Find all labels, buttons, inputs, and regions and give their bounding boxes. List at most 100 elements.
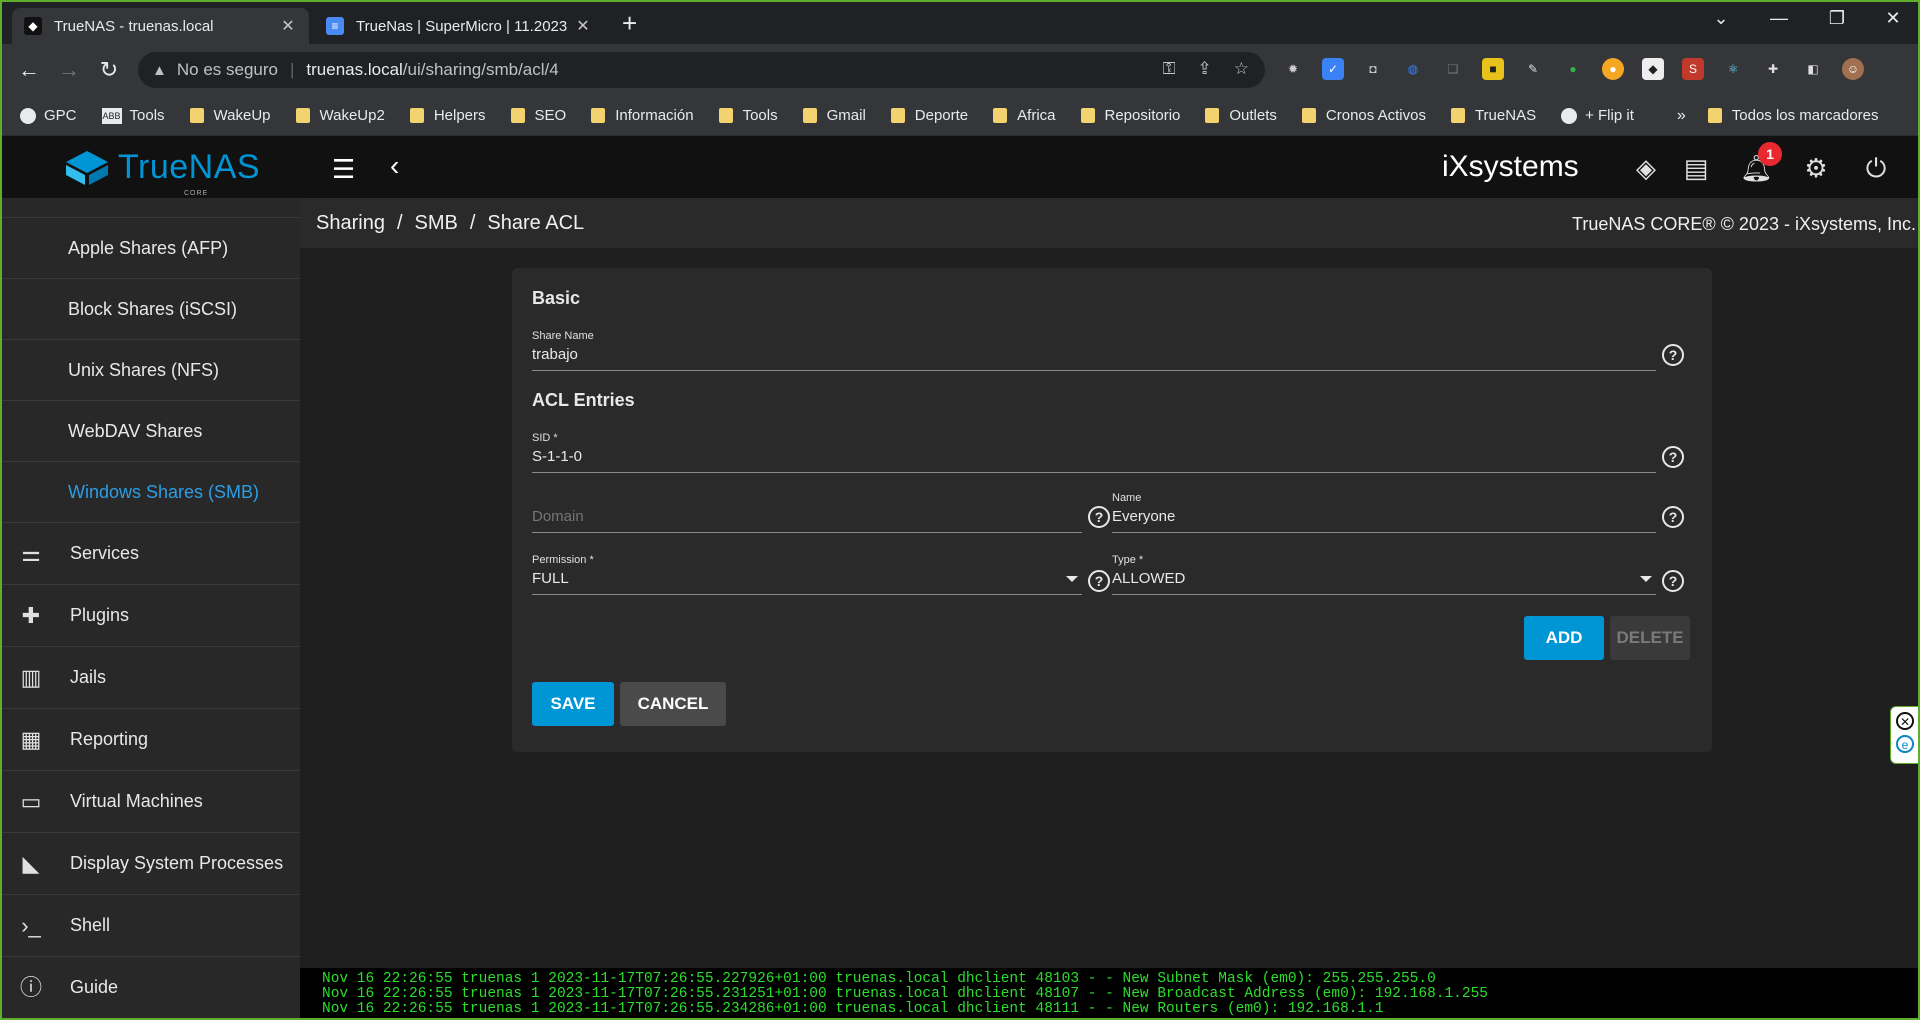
breadcrumb: Sharing / SMB / Share ACL [316, 212, 584, 235]
all-bookmarks-folder[interactable]: Todos los marcadores [1707, 107, 1879, 124]
sidebar-item-sharing[interactable] [2, 198, 300, 218]
seo-extension-icon[interactable]: S [1682, 58, 1704, 80]
bookmark-folder[interactable]: Gmail [802, 107, 866, 124]
back-arrow-icon[interactable]: ← [14, 55, 44, 85]
green-extension-icon[interactable]: ● [1562, 58, 1584, 80]
ixsystems-logo[interactable]: iXsystems [1442, 150, 1579, 184]
truenas-favicon-icon: ◆ [24, 17, 42, 35]
sidepanel-icon[interactable]: ◧ [1802, 58, 1824, 80]
sid-input[interactable] [532, 448, 1656, 465]
truenas-logo[interactable]: TrueNAS CORE [64, 148, 260, 197]
key-icon[interactable]: ⚿ [1163, 59, 1176, 79]
camera-extension-icon[interactable]: ◘ [1362, 58, 1384, 80]
bookmark-folder[interactable]: Cronos Activos [1301, 107, 1426, 124]
gear-extension-icon[interactable]: ✹ [1282, 58, 1304, 80]
forward-arrow-icon[interactable]: → [54, 55, 84, 85]
bookmark-folder[interactable]: Repositorio [1080, 107, 1180, 124]
sidebar-item-nfs[interactable]: Unix Shares (NFS) [2, 340, 300, 401]
help-icon[interactable]: ? [1088, 570, 1110, 592]
copy-extension-icon[interactable]: ❏ [1442, 58, 1464, 80]
close-circle-icon[interactable]: ✕ [1896, 712, 1914, 730]
bookmark-folder[interactable]: WakeUp2 [295, 107, 385, 124]
chart-icon: ▦ [20, 726, 42, 752]
eyedropper-extension-icon[interactable]: ✎ [1522, 58, 1544, 80]
save-button[interactable]: SAVE [532, 682, 614, 726]
address-bar[interactable]: ▲ No es seguro | truenas.local/ui/sharin… [138, 52, 1265, 88]
tools-site-icon: ABB [101, 107, 122, 124]
clipboard-icon[interactable]: ▤ [1680, 152, 1712, 184]
new-tab-button[interactable]: + [622, 10, 637, 36]
domain-underline [532, 532, 1082, 533]
reload-icon[interactable]: ↻ [94, 55, 124, 85]
sidebar-item-smb[interactable]: Windows Shares (SMB) [2, 462, 300, 523]
name-input[interactable] [1112, 508, 1656, 525]
edge-icon[interactable]: e [1896, 735, 1914, 753]
truecommand-icon[interactable]: ◈ [1630, 152, 1662, 184]
bookmark-folder[interactable]: Deporte [890, 107, 968, 124]
sidebar-item-reporting[interactable]: ▦ Reporting [2, 709, 300, 771]
restore-icon[interactable]: ❐ [1822, 8, 1852, 29]
tab-supermicro[interactable]: ≡ TrueNas | SuperMicro | 11.2023 ✕ [314, 8, 604, 44]
folder-icon [510, 108, 525, 123]
bookmark-folder[interactable]: WakeUp [189, 107, 271, 124]
calendar-extension-icon[interactable]: ✓ [1322, 58, 1344, 80]
bookmark-folder[interactable]: Africa [993, 107, 1056, 124]
bookmark-folder[interactable]: Helpers [409, 107, 486, 124]
share-name-input[interactable] [532, 346, 1656, 363]
yellow-extension-icon[interactable]: ■ [1482, 58, 1504, 80]
section-acl-title: ACL Entries [532, 390, 635, 410]
cancel-button[interactable]: CANCEL [620, 682, 726, 726]
sidebar-item-webdav[interactable]: WebDAV Shares [2, 401, 300, 462]
star-icon[interactable]: ☆ [1234, 59, 1249, 79]
help-icon[interactable]: ? [1088, 506, 1110, 528]
globe-icon [1561, 107, 1578, 124]
chevron-left-icon[interactable]: ‹ [390, 150, 399, 182]
bookmark-gpc[interactable]: GPC [20, 107, 77, 124]
tab-truenas[interactable]: ◆ TrueNAS - truenas.local ✕ [12, 8, 309, 44]
window-close-icon[interactable]: ✕ [1878, 8, 1908, 29]
minimize-icon[interactable]: — [1764, 8, 1794, 29]
close-icon[interactable]: ✕ [574, 16, 592, 36]
help-icon[interactable]: ? [1662, 570, 1684, 592]
bookmark-flipit[interactable]: + Flip it [1561, 107, 1634, 124]
shield-extension-icon[interactable]: ◆ [1642, 58, 1664, 80]
bookmark-folder[interactable]: Información [591, 107, 694, 124]
help-icon[interactable]: ? [1662, 506, 1684, 528]
bookmark-tools-site[interactable]: ABB Tools [101, 107, 165, 124]
sidebar-item-iscsi[interactable]: Block Shares (iSCSI) [2, 279, 300, 340]
bookmark-folder[interactable]: SEO [510, 107, 566, 124]
sidebar-item-shell[interactable]: ›_ Shell [2, 895, 300, 957]
hamburger-menu-icon[interactable]: ☰ [332, 154, 355, 185]
puzzle-extension-icon[interactable]: ✚ [1762, 58, 1784, 80]
sidebar-item-plugins[interactable]: ✚ Plugins [2, 585, 300, 647]
bookmark-folder[interactable]: Tools [718, 107, 778, 124]
bookmark-folder[interactable]: TrueNAS [1450, 107, 1536, 124]
sidebar-item-services[interactable]: ⚌ Services [2, 523, 300, 585]
globe-extension-icon[interactable]: ◍ [1402, 58, 1424, 80]
breadcrumb-sharing[interactable]: Sharing [316, 212, 385, 234]
more-bookmarks-icon[interactable]: » [1677, 107, 1686, 125]
gear-icon[interactable]: ⚙ [1800, 152, 1832, 184]
breadcrumb-smb[interactable]: SMB [415, 212, 458, 234]
sidebar-item-guide[interactable]: ⓘ Guide [2, 957, 300, 1018]
docs-favicon-icon: ≡ [326, 17, 344, 35]
sidebar-item-processes[interactable]: ◣ Display System Processes [2, 833, 300, 895]
power-icon[interactable]: ⏻ [1860, 152, 1892, 184]
sidebar-item-vms[interactable]: ▭ Virtual Machines [2, 771, 300, 833]
tab-search-icon[interactable]: ⌄ [1706, 8, 1736, 29]
help-icon[interactable]: ? [1662, 446, 1684, 468]
sidebar-item-jails[interactable]: ▥ Jails [2, 647, 300, 709]
console-line: Nov 16 22:26:55 truenas 1 2023-11-17T07:… [322, 1001, 1384, 1017]
react-extension-icon[interactable]: ⚛ [1722, 58, 1744, 80]
share-icon[interactable]: ⇪ [1198, 59, 1212, 79]
orange-extension-icon[interactable]: ● [1602, 58, 1624, 80]
profile-avatar[interactable]: ☺ [1842, 58, 1864, 80]
add-entry-button[interactable]: ADD [1524, 616, 1604, 660]
domain-input[interactable] [532, 508, 1082, 525]
folder-icon [409, 108, 424, 123]
delete-entry-button[interactable]: DELETE [1610, 616, 1690, 660]
sidebar-item-afp[interactable]: Apple Shares (AFP) [2, 218, 300, 279]
help-icon[interactable]: ? [1662, 344, 1684, 366]
close-icon[interactable]: ✕ [279, 16, 297, 36]
bookmark-folder[interactable]: Outlets [1205, 107, 1277, 124]
